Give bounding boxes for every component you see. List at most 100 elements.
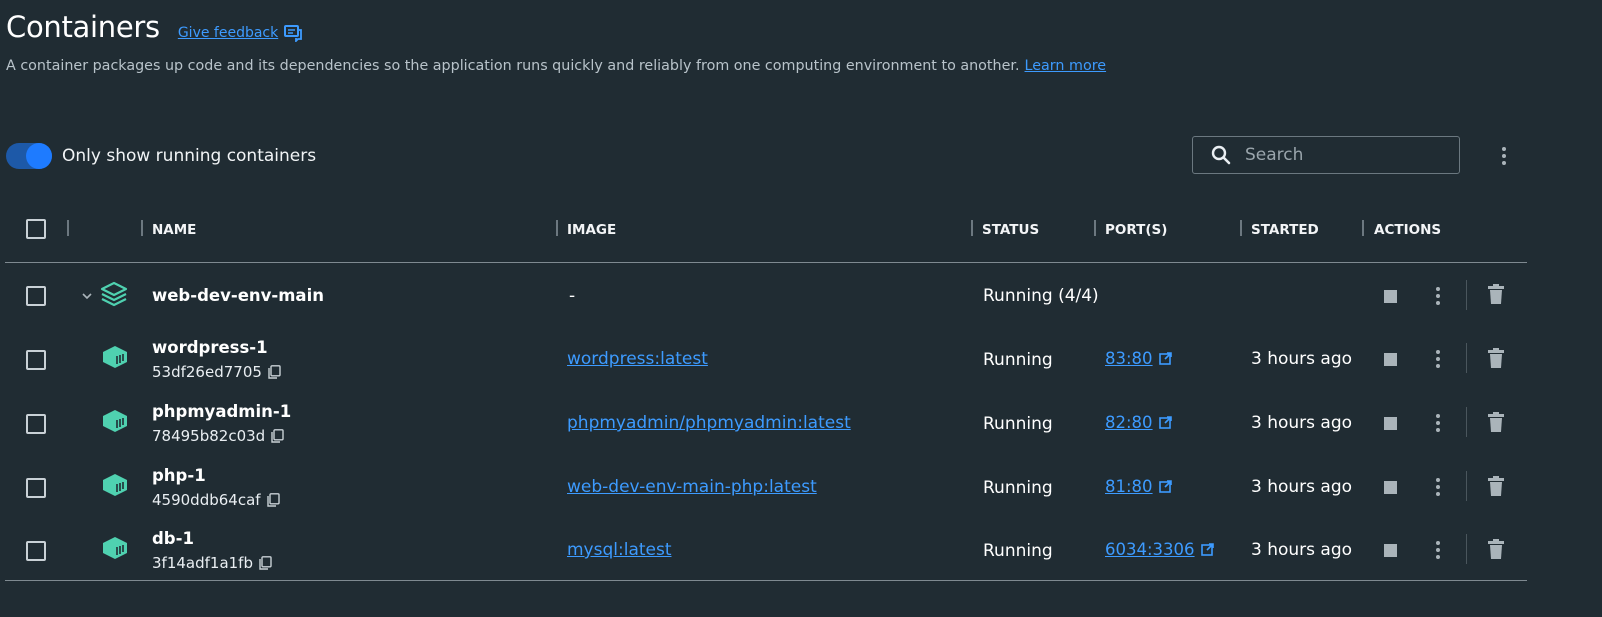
container-status: Running [983,350,1053,370]
column-started[interactable]: STARTED [1251,222,1319,238]
container-name[interactable]: php-1 [152,466,206,485]
chevron-down-icon[interactable] [81,291,93,301]
learn-more-link[interactable]: Learn more [1025,58,1107,74]
row-more-icon[interactable] [1434,539,1442,561]
feedback-link-label: Give feedback [177,25,279,41]
give-feedback-link[interactable]: Give feedback [177,24,303,42]
container-image-link[interactable]: web-dev-env-main-php:latest [567,477,817,497]
container-image-link[interactable]: phpmyadmin/phpmyadmin:latest [567,413,851,433]
container-id: 53df26ed7705 [152,363,281,381]
container-started: 3 hours ago [1251,413,1353,433]
stop-icon[interactable] [1384,481,1397,494]
container-icon [103,474,127,496]
page-header: Containers Give feedback [6,10,303,44]
action-separator [1466,343,1467,373]
external-link-icon [1158,352,1172,365]
running-filter: Only show running containers [6,143,316,169]
row-checkbox[interactable] [26,541,46,561]
port-link[interactable]: 83:80 [1105,349,1172,368]
trash-icon[interactable] [1488,348,1504,368]
container-started: 3 hours ago [1251,540,1353,560]
table-row: wordpress-1 53df26ed7705 wordpress:lates… [0,330,1560,390]
container-name[interactable]: wordpress-1 [152,338,268,357]
container-icon [103,410,127,432]
column-status[interactable]: STATUS [982,222,1039,238]
action-separator [1466,471,1467,501]
trash-icon[interactable] [1488,284,1504,304]
container-name[interactable]: phpmyadmin-1 [152,402,291,421]
container-image-link[interactable]: mysql:latest [567,540,672,560]
row-checkbox[interactable] [26,478,46,498]
container-status: Running [983,414,1053,434]
running-only-label: Only show running containers [62,146,317,166]
search-icon [1211,145,1231,165]
description-text: A container packages up code and its dep… [6,58,1020,74]
container-id: 4590ddb64caf [152,491,280,509]
port-link[interactable]: 6034:3306 [1105,540,1214,559]
port-text: 6034:3306 [1105,540,1195,559]
row-more-icon[interactable] [1434,285,1442,307]
container-icon [103,537,127,559]
trash-icon[interactable] [1488,476,1504,496]
stop-icon[interactable] [1384,290,1397,303]
row-more-icon[interactable] [1434,412,1442,434]
table-row: db-1 3f14adf1a1fb mysql:latest Running 6… [0,521,1560,581]
action-separator [1466,534,1467,564]
page-description: A container packages up code and its dep… [6,58,1106,74]
container-id-text: 4590ddb64caf [152,491,261,509]
search-input[interactable] [1243,144,1447,166]
running-only-toggle[interactable] [6,143,52,169]
container-name[interactable]: db-1 [152,529,194,548]
copy-icon[interactable] [259,556,272,570]
column-image[interactable]: IMAGE [567,222,616,238]
trash-icon[interactable] [1488,412,1504,432]
container-id: 78495b82c03d [152,427,284,445]
stop-icon[interactable] [1384,417,1397,430]
row-checkbox[interactable] [26,350,46,370]
trash-icon[interactable] [1488,539,1504,559]
port-text: 81:80 [1105,477,1153,496]
container-id: 3f14adf1a1fb [152,554,272,572]
port-text: 82:80 [1105,413,1153,432]
search-box [1192,136,1460,174]
external-link-icon [1158,480,1172,493]
group-name[interactable]: web-dev-env-main [152,286,324,305]
row-more-icon[interactable] [1434,348,1442,370]
table-row: php-1 4590ddb64caf web-dev-env-main-php:… [0,458,1560,518]
stop-icon[interactable] [1384,353,1397,366]
container-icon [103,346,127,368]
stop-icon[interactable] [1384,544,1397,557]
container-started: 3 hours ago [1251,349,1353,369]
container-id-text: 53df26ed7705 [152,363,262,381]
table-bottom-divider [5,580,1527,581]
page-title: Containers [6,10,160,44]
more-options-icon[interactable] [1497,145,1511,167]
row-more-icon[interactable] [1434,476,1442,498]
table-header: NAME IMAGE STATUS PORT(S) STARTED ACTION… [0,222,1530,242]
row-checkbox[interactable] [26,414,46,434]
action-separator [1466,280,1467,310]
copy-icon[interactable] [268,365,281,379]
action-separator [1466,407,1467,437]
header-divider [5,262,1527,263]
column-ports[interactable]: PORT(S) [1105,222,1167,238]
external-link-icon [1200,543,1214,556]
port-link[interactable]: 82:80 [1105,413,1172,432]
container-started: 3 hours ago [1251,477,1353,497]
container-id-text: 3f14adf1a1fb [152,554,253,572]
column-actions: ACTIONS [1374,222,1442,238]
port-link[interactable]: 81:80 [1105,477,1172,496]
container-id-text: 78495b82c03d [152,427,266,445]
table-row: phpmyadmin-1 78495b82c03d phpmyadmin/php… [0,394,1560,454]
table-row-group: web-dev-env-main - Running (4/4) [0,266,1560,326]
container-status: Running [983,478,1053,498]
external-link-icon [1158,416,1172,429]
port-text: 83:80 [1105,349,1153,368]
copy-icon[interactable] [266,493,280,507]
column-name[interactable]: NAME [152,222,196,238]
group-image: - [569,286,576,306]
copy-icon[interactable] [271,429,284,443]
container-image-link[interactable]: wordpress:latest [567,349,708,369]
container-status: Running [983,541,1053,561]
row-checkbox[interactable] [26,286,46,306]
